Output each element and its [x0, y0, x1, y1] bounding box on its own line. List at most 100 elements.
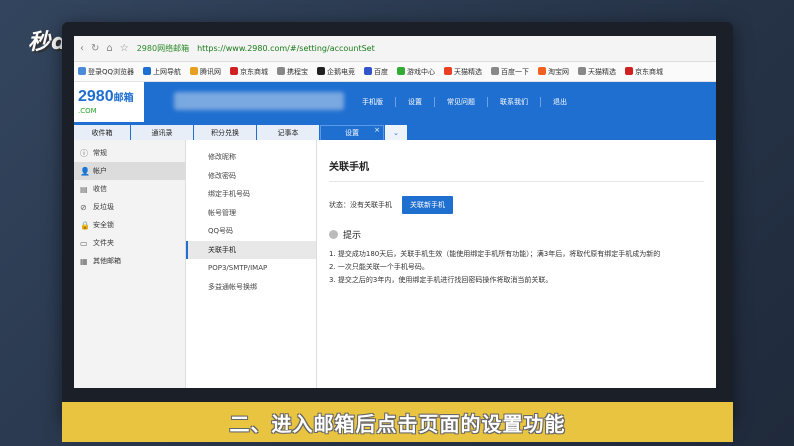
bookmark-icon	[364, 66, 373, 75]
left-item-account[interactable]: 👤 帐户	[74, 162, 185, 180]
close-icon[interactable]: ×	[374, 126, 380, 134]
home-icon[interactable]: ⌂	[106, 43, 112, 54]
sub-item-nickname[interactable]: 修改昵称	[186, 148, 316, 167]
mail-logo[interactable]: 2980邮箱 .COM	[74, 82, 144, 122]
left-item-label: 安全锁	[93, 221, 114, 229]
tab-settings[interactable]: 设置 ×	[320, 125, 384, 140]
bookmark-label: 企鹅电竞	[327, 67, 356, 76]
sub-item-pop3[interactable]: POP3/SMTP/IMAP	[186, 259, 316, 278]
left-item-other-mail[interactable]: ▦ 其他邮箱	[74, 252, 185, 270]
sub-menu: 修改昵称 修改密码 绑定手机号码 帐号管理 QQ号码 关联手机 POP3/SMT…	[186, 140, 317, 388]
left-item-label: 反垃圾	[93, 203, 114, 211]
left-item-general[interactable]: ⓘ 常规	[74, 144, 185, 162]
bookmark-item[interactable]: 天猫精选	[444, 66, 483, 77]
tab-inbox[interactable]: 收件箱	[74, 125, 130, 140]
sub-item-password[interactable]: 修改密码	[186, 167, 316, 186]
bookmark-item[interactable]: 登录QQ浏览器	[78, 66, 135, 77]
nav-buttons: ‹ ↻ ⌂ ☆	[80, 43, 129, 54]
sub-item-qq[interactable]: QQ号码	[186, 222, 316, 241]
tip-line: 2. 一次只能关联一个手机号码。	[329, 263, 429, 271]
tab-points[interactable]: 积分兑换	[194, 125, 256, 140]
bookmark-item[interactable]: 上网导航	[143, 66, 182, 77]
bookmark-item[interactable]: 企鹅电竞	[317, 66, 356, 77]
tip-heading: 提示	[329, 228, 704, 241]
mail-tabs: 收件箱 通讯录 积分兑换 记事本 设置 × ⌄	[74, 122, 716, 140]
bookmark-icon	[190, 66, 199, 75]
lock-icon: 🔒	[80, 220, 90, 230]
logo-domain: .COM	[78, 107, 97, 115]
tab-contacts[interactable]: 通讯录	[131, 125, 193, 140]
address-bar: ‹ ↻ ⌂ ☆ 2980网络邮箱 https://www.2980.com/#/…	[74, 36, 716, 62]
top-nav-contact[interactable]: 联系我们	[487, 97, 540, 107]
bookmark-icon	[578, 66, 587, 75]
tip-line: 1. 提交成功180天后，关联手机生效（能使用绑定手机所有功能）；满3年后，将取…	[329, 250, 661, 258]
bookmark-icon	[230, 66, 239, 75]
inbox-icon: ▤	[80, 184, 88, 194]
chevron-down-icon[interactable]: ⌄	[385, 125, 407, 140]
back-icon[interactable]: ‹	[80, 43, 84, 54]
site-name: 2980网络邮箱	[136, 44, 190, 53]
bookmark-item[interactable]: 百度一下	[491, 66, 530, 77]
bookmark-item[interactable]: 京东商城	[230, 66, 269, 77]
tab-settings-label: 设置	[345, 129, 359, 137]
sub-item-rebind[interactable]: 多益通帐号换绑	[186, 278, 316, 297]
tab-notes[interactable]: 记事本	[257, 125, 319, 140]
left-item-label: 帐户	[93, 167, 107, 175]
bookmark-label: 京东商城	[240, 67, 269, 76]
tip-list: 1. 提交成功180天后，关联手机生效（能使用绑定手机所有功能）；满3年后，将取…	[329, 248, 704, 287]
tip-title: 提示	[343, 231, 362, 241]
status-text: 状态：没有关联手机	[329, 201, 392, 209]
bookmark-item[interactable]: 百度	[364, 66, 389, 77]
bookmark-label: 携程宝	[287, 67, 309, 76]
bookmark-item[interactable]: 游戏中心	[397, 66, 436, 77]
left-item-antispam[interactable]: ⊘ 反垃圾	[74, 198, 185, 216]
bookmark-label: 京东商城	[635, 67, 664, 76]
star-icon[interactable]: ☆	[120, 43, 129, 54]
bookmark-icon	[277, 66, 286, 75]
browser-window: ‹ ↻ ⌂ ☆ 2980网络邮箱 https://www.2980.com/#/…	[74, 36, 716, 388]
top-nav-mobile[interactable]: 手机版	[350, 97, 395, 107]
top-nav-settings[interactable]: 设置	[395, 97, 434, 107]
left-item-folders[interactable]: ▭ 文件夹	[74, 234, 185, 252]
bookmark-icon	[143, 66, 152, 75]
bookmark-label: 登录QQ浏览器	[88, 67, 135, 76]
url-field[interactable]: https://www.2980.com/#/setting/accountSe…	[197, 44, 375, 53]
sub-item-account-manage[interactable]: 帐号管理	[186, 204, 316, 223]
settings-panel: 关联手机 状态：没有关联手机 关联新手机 提示 1. 提交成功180天后，关联手…	[317, 140, 716, 388]
status-row: 状态：没有关联手机 关联新手机	[329, 196, 704, 214]
bookmark-label: 天猫精选	[588, 67, 617, 76]
bookmark-item[interactable]: 天猫精选	[578, 66, 617, 77]
bookmark-label: 上网导航	[153, 67, 182, 76]
video-caption: 二、进入邮箱后点击页面的设置功能	[62, 402, 733, 442]
left-item-receive[interactable]: ▤ 收信	[74, 180, 185, 198]
bookmark-icon	[78, 66, 86, 75]
bookmark-label: 天猫精选	[454, 67, 483, 76]
bookmark-label: 百度	[374, 67, 389, 76]
logo-number: 2980	[78, 88, 114, 105]
link-new-phone-button[interactable]: 关联新手机	[402, 196, 453, 214]
bookmark-label: 百度一下	[501, 67, 530, 76]
user-icon: 👤	[80, 166, 90, 176]
left-menu: ⓘ 常规 👤 帐户 ▤ 收信 ⊘ 反垃圾 🔒 安全锁 ▭ 文件夹 ▦ 其他邮箱	[74, 140, 186, 388]
bookmark-item[interactable]: 京东商城	[625, 66, 664, 77]
panel-title: 关联手机	[329, 158, 704, 182]
bookmark-item[interactable]: 腾讯网	[190, 66, 222, 77]
top-nav-faq[interactable]: 常见问题	[434, 97, 487, 107]
top-nav-logout[interactable]: 退出	[540, 97, 579, 107]
bookmark-label: 游戏中心	[407, 67, 436, 76]
settings-body: ⓘ 常规 👤 帐户 ▤ 收信 ⊘ 反垃圾 🔒 安全锁 ▭ 文件夹 ▦ 其他邮箱 修改昵称 修改…	[74, 140, 716, 388]
sub-item-bind-phone[interactable]: 绑定手机号码	[186, 185, 316, 204]
bookmark-icon	[444, 66, 453, 75]
left-item-security-lock[interactable]: 🔒 安全锁	[74, 216, 185, 234]
left-item-label: 文件夹	[93, 239, 114, 247]
bookmark-label: 腾讯网	[200, 67, 222, 76]
sub-item-linked-phone[interactable]: 关联手机	[186, 240, 316, 259]
bookmark-icon	[538, 66, 547, 75]
bookmark-item[interactable]: 携程宝	[277, 66, 309, 77]
refresh-icon[interactable]: ↻	[91, 43, 99, 54]
bookmark-item[interactable]: 淘宝网	[538, 66, 569, 77]
bookmark-icon	[491, 66, 500, 75]
left-item-label: 收信	[93, 185, 107, 193]
block-icon: ⊘	[80, 202, 87, 212]
folder-icon: ▭	[80, 238, 88, 248]
